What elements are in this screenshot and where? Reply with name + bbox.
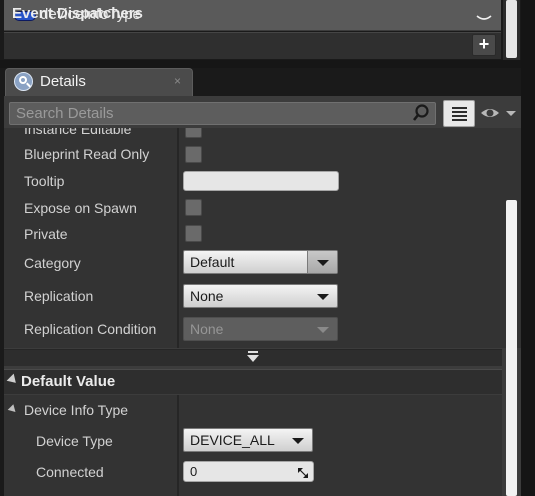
category-value: Default bbox=[190, 254, 235, 270]
visibility-eye-icon[interactable] bbox=[480, 104, 520, 122]
tab-details-label: Details bbox=[40, 73, 86, 90]
connected-number-field[interactable]: 0 bbox=[183, 461, 314, 482]
property-label-replication-condition: Replication Condition bbox=[24, 321, 157, 337]
chevron-down-icon bbox=[317, 327, 329, 333]
property-label-device-type: Device Type bbox=[36, 433, 113, 449]
private-checkbox[interactable] bbox=[185, 225, 202, 242]
default-value-title: Default Value bbox=[21, 373, 116, 390]
chevron-down-icon bbox=[317, 260, 329, 266]
spin-drag-icon[interactable] bbox=[298, 466, 308, 478]
event-dispatchers-label: Event Dispatchers bbox=[12, 5, 143, 22]
property-label-device-info-type: Device Info Type bbox=[24, 402, 129, 418]
column-divider[interactable] bbox=[177, 395, 179, 496]
property-label-replication: Replication bbox=[24, 288, 94, 304]
property-label-expose-on-spawn: Expose on Spawn bbox=[24, 200, 137, 216]
replication-condition-value: None bbox=[190, 321, 224, 337]
chevron-down-icon bbox=[292, 438, 304, 444]
close-tab-icon[interactable]: × bbox=[174, 74, 181, 88]
chevron-down-icon bbox=[317, 294, 329, 300]
details-magnifier-icon bbox=[14, 72, 33, 91]
replication-condition-dropdown: None bbox=[183, 317, 338, 341]
event-dispatchers-section[interactable] bbox=[4, 32, 501, 59]
search-icon[interactable] bbox=[412, 104, 430, 122]
property-label-category: Category bbox=[24, 255, 81, 271]
property-label-tooltip: Tooltip bbox=[24, 173, 65, 189]
replication-value: None bbox=[190, 288, 224, 304]
search-details-input[interactable] bbox=[9, 102, 436, 125]
property-label-connected: Connected bbox=[36, 464, 104, 480]
panel-splitter[interactable] bbox=[0, 60, 521, 68]
device-type-value: DEVICE_ALL bbox=[190, 432, 275, 448]
window-edge bbox=[521, 0, 535, 496]
device-type-dropdown[interactable]: DEVICE_ALL bbox=[183, 428, 313, 452]
category-dropdown[interactable]: Default bbox=[183, 250, 338, 274]
category-dropdown-button[interactable] bbox=[307, 251, 337, 273]
tooltip-input[interactable] bbox=[183, 171, 339, 191]
expose-on-spawn-checkbox[interactable] bbox=[185, 199, 202, 216]
list-icon bbox=[452, 107, 467, 109]
replication-dropdown[interactable]: None bbox=[183, 284, 338, 308]
top-scrollbar-thumb[interactable] bbox=[506, 0, 517, 58]
chevron-down-icon[interactable] bbox=[474, 4, 494, 28]
property-label-blueprint-read-only: Blueprint Read Only bbox=[24, 146, 150, 162]
expand-advanced-icon[interactable] bbox=[246, 351, 260, 363]
property-matrix-button[interactable] bbox=[443, 100, 475, 127]
property-label-private: Private bbox=[24, 226, 68, 242]
tab-details[interactable] bbox=[5, 68, 193, 96]
blueprint-read-only-checkbox[interactable] bbox=[185, 146, 202, 163]
connected-value: 0 bbox=[190, 464, 198, 479]
column-divider[interactable] bbox=[177, 128, 179, 348]
details-scrollbar-thumb[interactable] bbox=[506, 200, 517, 496]
add-event-dispatcher-button[interactable]: + bbox=[472, 34, 496, 56]
